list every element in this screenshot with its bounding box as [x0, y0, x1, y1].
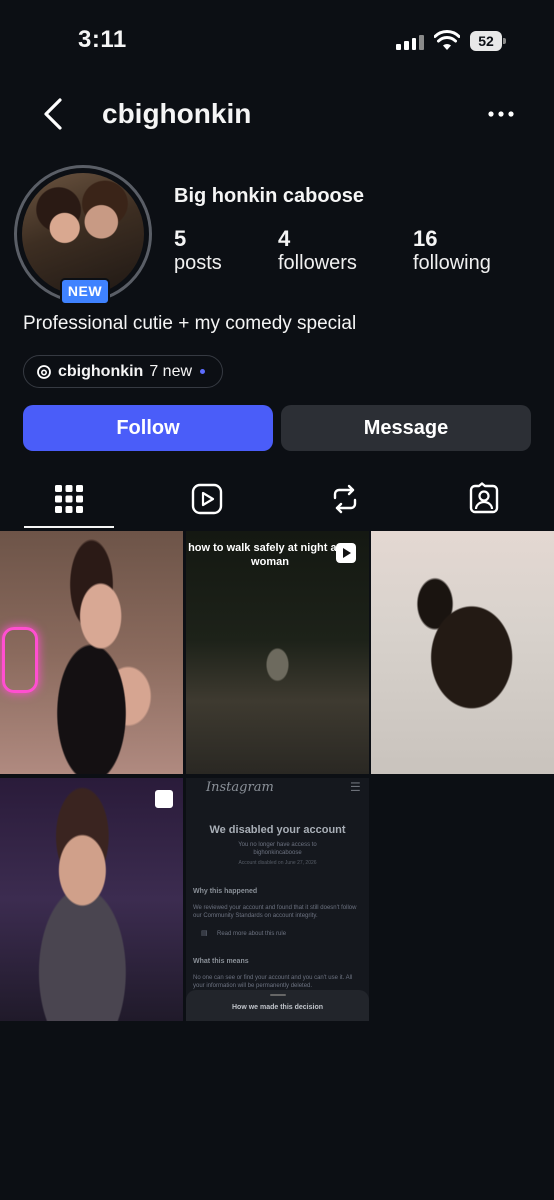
- reel-caption: how to walk safely at night as a woman: [188, 542, 352, 568]
- threads-link[interactable]: cbighonkin 7 new: [23, 355, 223, 388]
- stat-posts-value: 5: [174, 226, 187, 251]
- screenshot-line-3: Account disabled on June 27, 2026: [238, 860, 317, 866]
- stat-following-value: 16: [413, 226, 438, 251]
- reels-icon[interactable]: [190, 482, 224, 516]
- threads-unread-dot: [200, 369, 206, 374]
- screenshot-why-title: Why this happened: [193, 888, 258, 895]
- battery-icon: 52: [470, 31, 506, 51]
- threads-icon: [37, 364, 51, 379]
- stat-followers[interactable]: 4 followers: [278, 226, 357, 275]
- screenshot-read-more: Read more about this rule: [217, 931, 287, 937]
- screenshot-menu-icon: ☰: [350, 780, 361, 794]
- wifi-icon: [434, 30, 460, 50]
- screenshot-heading: We disabled your account: [209, 824, 346, 836]
- reel-play-icon: [336, 543, 356, 563]
- stat-followers-value: 4: [278, 226, 291, 251]
- post-thumbnail-2[interactable]: how to walk safely at night as a woman: [186, 531, 369, 774]
- post-thumbnail-3[interactable]: [371, 531, 554, 774]
- cellular-signal-icon: [396, 34, 424, 50]
- post-thumbnail-4[interactable]: [0, 778, 183, 1021]
- display-name: Big honkin caboose: [174, 185, 365, 207]
- reposts-icon[interactable]: [328, 482, 362, 516]
- screenshot-bottom-sheet: How we made this decision: [186, 990, 369, 1021]
- active-tab-indicator: [24, 526, 114, 528]
- screenshot-line-2: bighonkincaboose: [253, 850, 302, 856]
- back-arrow-icon[interactable]: [38, 96, 68, 132]
- tagged-icon[interactable]: [467, 482, 501, 516]
- threads-new-count: 7 new: [149, 362, 193, 380]
- post-thumbnail-5[interactable]: Instagram ☰ We disabled your account You…: [186, 778, 369, 1021]
- stat-following[interactable]: 16 following: [413, 226, 491, 275]
- grid-icon[interactable]: [52, 482, 86, 516]
- carousel-icon: [155, 790, 173, 808]
- screenshot-why-body: We reviewed your account and found that …: [193, 905, 357, 919]
- stat-posts-label: posts: [174, 252, 222, 274]
- screenshot-means-body: No one can see or find your account and …: [193, 975, 353, 989]
- screenshot-line-1: You no longer have access to: [238, 842, 317, 848]
- profile-username: cbighonkin: [102, 98, 252, 129]
- battery-level: 52: [470, 31, 502, 51]
- screenshot-means-title: What this means: [193, 958, 249, 965]
- avatar[interactable]: [22, 173, 144, 295]
- more-options-icon[interactable]: [486, 106, 516, 122]
- threads-handle: cbighonkin: [58, 362, 144, 380]
- profile-bio: Professional cutie + my comedy special: [23, 313, 357, 334]
- stat-posts[interactable]: 5 posts: [174, 226, 222, 275]
- new-badge: NEW: [60, 278, 110, 305]
- screenshot-sheet-title: How we made this decision: [231, 1004, 324, 1011]
- stat-following-label: following: [413, 252, 491, 274]
- post-thumbnail-1[interactable]: [0, 531, 183, 774]
- message-button[interactable]: Message: [281, 405, 531, 451]
- screenshot-brand: Instagram: [206, 780, 274, 795]
- follow-button[interactable]: Follow: [23, 405, 273, 451]
- stat-followers-label: followers: [278, 252, 357, 274]
- screenshot-rule-icon: ▤: [201, 930, 208, 937]
- status-time: 3:11: [78, 26, 127, 53]
- neon-sign: [2, 627, 38, 693]
